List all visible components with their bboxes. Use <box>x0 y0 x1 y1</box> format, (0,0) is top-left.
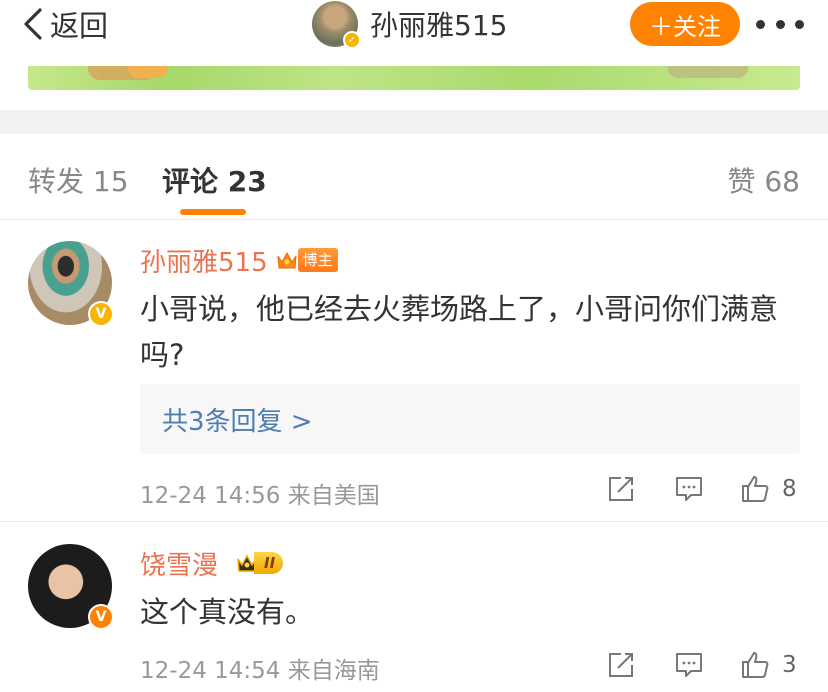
chevron-left-icon <box>24 8 42 40</box>
comment-tabs: 转发 15 评论 23 赞 68 <box>0 134 828 220</box>
active-tab-indicator <box>180 209 246 215</box>
comment-author-row: 孙丽雅515 博主 <box>140 242 338 278</box>
tab-comment[interactable]: 评论 23 <box>162 160 267 200</box>
post-banner-image <box>28 66 800 90</box>
comment-actions: 8 <box>606 472 806 506</box>
share-icon <box>609 477 633 501</box>
header-user-name: 孙丽雅515 <box>370 9 508 42</box>
header-avatar[interactable]: ✓ <box>312 1 361 49</box>
comment-author-name[interactable]: 孙丽雅515 <box>140 242 268 279</box>
comment-actions: 3 <box>606 648 806 682</box>
comment-meta: 12-24 14:56 来自美国 <box>140 483 380 509</box>
like-button[interactable]: 3 <box>740 648 797 682</box>
reply-button[interactable] <box>674 648 704 682</box>
like-count: 8 <box>782 476 797 502</box>
comment-item: V 孙丽雅515 博主 小哥说，他已经去火葬场路上了，小哥问你们满意吗? 共3条… <box>0 220 828 522</box>
share-icon <box>609 653 633 677</box>
reply-icon <box>676 653 702 677</box>
comment-text: 这个真没有。 <box>140 595 315 629</box>
reply-button[interactable] <box>674 472 704 506</box>
avatar[interactable]: V <box>28 241 114 327</box>
thumbs-up-icon <box>742 652 769 678</box>
share-button[interactable] <box>606 648 636 682</box>
reply-icon <box>676 477 702 501</box>
like-button[interactable]: 8 <box>740 472 797 506</box>
comment-author-row: 饶雪漫 II <box>140 545 284 582</box>
comment-author-name[interactable]: 饶雪漫 <box>140 545 218 582</box>
verified-icon: ✓ <box>343 31 361 49</box>
section-divider <box>0 110 828 134</box>
view-replies-button[interactable]: 共3条回复 > <box>140 384 800 454</box>
crown-icon <box>277 251 297 269</box>
verified-icon: V <box>88 301 114 327</box>
header-user[interactable]: ✓ 孙丽雅515 <box>312 0 508 49</box>
more-icon[interactable] <box>756 10 804 38</box>
verified-icon: V <box>88 604 114 630</box>
like-count: 3 <box>782 652 797 678</box>
comment-meta: 12-24 14:54 来自海南 <box>140 658 380 684</box>
tab-repost[interactable]: 转发 15 <box>28 160 129 200</box>
author-badge: 博主 <box>297 248 338 272</box>
member-level-badge: II <box>228 550 284 576</box>
top-bar: 返回 ✓ 孙丽雅515 ＋关注 <box>0 0 828 50</box>
avatar[interactable]: V <box>28 544 114 630</box>
back-button[interactable]: 返回 <box>22 4 108 44</box>
member-level: II <box>254 552 284 574</box>
follow-button[interactable]: ＋关注 <box>630 2 740 46</box>
comment-item: V 饶雪漫 II 这个真没有。 12-24 14:54 来自海南 3 <box>0 523 828 692</box>
thumbs-up-icon <box>742 476 769 502</box>
tab-like[interactable]: 赞 68 <box>727 160 800 200</box>
share-button[interactable] <box>606 472 636 506</box>
view-replies-label: 共3条回复 > <box>162 407 313 437</box>
back-label: 返回 <box>50 9 109 43</box>
comment-text: 小哥说，他已经去火葬场路上了，小哥问你们满意吗? <box>140 292 779 372</box>
